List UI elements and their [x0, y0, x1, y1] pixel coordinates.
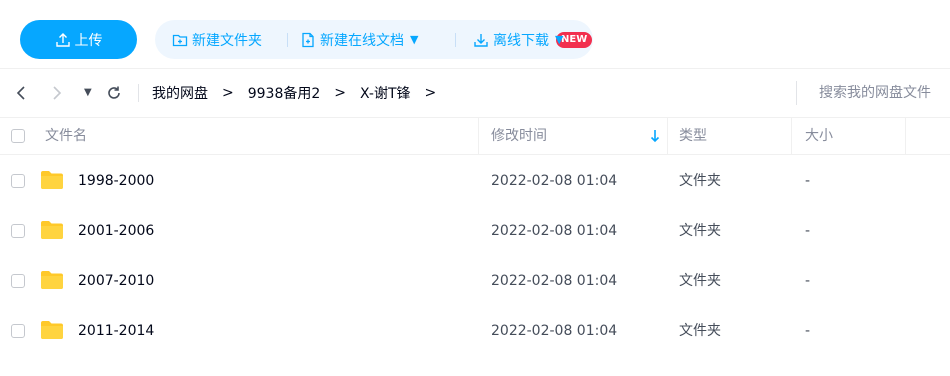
new-online-doc-button[interactable]: 新建在线文档 ▼ — [300, 20, 418, 59]
file-type: 文件夹 — [679, 223, 721, 239]
download-icon — [474, 33, 488, 47]
column-header-name[interactable]: 文件名 — [45, 118, 87, 154]
modified-time: 2022-02-08 01:04 — [491, 273, 618, 289]
modified-time: 2022-02-08 01:04 — [491, 173, 618, 189]
breadcrumb-item[interactable]: 9938备用2 — [248, 83, 321, 103]
new-folder-icon — [172, 34, 188, 46]
table-row[interactable]: 2007-2010 2022-02-08 01:04 文件夹 - — [0, 256, 950, 306]
column-header-size[interactable]: 大小 — [805, 118, 833, 154]
file-type: 文件夹 — [679, 273, 721, 289]
column-divider — [667, 118, 668, 154]
table-header: 文件名 修改时间 类型 大小 — [0, 117, 950, 155]
breadcrumb-bar: ▼ 我的网盘 > 9938备用2 > X-谢T锋 > 搜索我的网盘文件 — [0, 68, 950, 116]
breadcrumb-separator: > — [222, 85, 234, 101]
file-size: - — [805, 223, 811, 239]
breadcrumb-separator: > — [424, 85, 437, 101]
chevron-down-icon: ▼ — [410, 33, 419, 46]
upload-icon — [55, 32, 70, 47]
file-size: - — [805, 323, 811, 339]
table-row[interactable]: 2001-2006 2022-02-08 01:04 文件夹 - — [0, 206, 950, 256]
breadcrumb-separator: > — [334, 85, 347, 101]
offline-download-label: 离线下载 — [493, 32, 549, 49]
modified-time: 2022-02-08 01:04 — [491, 223, 618, 239]
folder-icon — [41, 321, 63, 339]
offline-download-button[interactable]: 离线下载 ▼ — [473, 20, 563, 59]
file-name[interactable]: 1998-2000 — [78, 156, 154, 206]
divider — [138, 84, 139, 102]
column-header-modified[interactable]: 修改时间 — [491, 118, 547, 154]
search-input[interactable]: 搜索我的网盘文件 — [796, 81, 950, 105]
history-dropdown-icon[interactable]: ▼ — [84, 82, 92, 104]
file-name[interactable]: 2001-2006 — [78, 206, 154, 256]
toolbar-divider — [287, 33, 288, 47]
folder-icon — [41, 271, 63, 289]
toolbar-divider — [455, 33, 456, 47]
file-type: 文件夹 — [679, 323, 721, 339]
new-folder-button[interactable]: 新建文件夹 — [172, 20, 262, 59]
row-checkbox[interactable] — [11, 274, 25, 288]
column-divider — [791, 118, 792, 154]
row-checkbox[interactable] — [11, 324, 25, 338]
sort-arrow-icon[interactable] — [650, 129, 660, 143]
toolbar: 上传 新建文件夹 新建在线文档 ▼ NEW 离线下载 ▼ — [0, 0, 950, 68]
upload-button[interactable]: 上传 — [20, 20, 137, 59]
column-header-type[interactable]: 类型 — [679, 118, 707, 154]
column-divider — [478, 118, 479, 154]
file-size: - — [805, 273, 811, 289]
new-doc-icon — [302, 32, 314, 47]
folder-icon — [41, 171, 63, 189]
file-type: 文件夹 — [679, 173, 721, 189]
table-row[interactable]: 1998-2000 2022-02-08 01:04 文件夹 - — [0, 156, 950, 206]
forward-arrow-icon[interactable] — [50, 82, 64, 104]
breadcrumb: 我的网盘 > 9938备用2 > X-谢T锋 > — [152, 69, 450, 117]
file-name[interactable]: 2007-2010 — [78, 256, 154, 306]
folder-icon — [41, 221, 63, 239]
modified-time: 2022-02-08 01:04 — [491, 323, 618, 339]
new-online-doc-label: 新建在线文档 — [320, 32, 404, 49]
breadcrumb-item-current[interactable]: X-谢T锋 — [360, 83, 411, 103]
back-arrow-icon[interactable] — [14, 82, 28, 104]
select-all-checkbox[interactable] — [11, 129, 25, 143]
row-checkbox[interactable] — [11, 224, 25, 238]
action-group: 新建文件夹 新建在线文档 ▼ NEW 离线下载 ▼ — [155, 20, 593, 59]
table-row[interactable]: 2011-2014 2022-02-08 01:04 文件夹 - — [0, 306, 950, 356]
file-name[interactable]: 2011-2014 — [78, 306, 154, 356]
breadcrumb-item-root[interactable]: 我的网盘 — [152, 83, 208, 103]
refresh-icon[interactable] — [106, 84, 122, 102]
new-folder-label: 新建文件夹 — [192, 32, 262, 49]
upload-label: 上传 — [74, 32, 103, 49]
chevron-down-icon: ▼ — [555, 33, 564, 46]
file-size: - — [805, 173, 811, 189]
row-checkbox[interactable] — [11, 174, 25, 188]
column-divider — [905, 118, 906, 154]
